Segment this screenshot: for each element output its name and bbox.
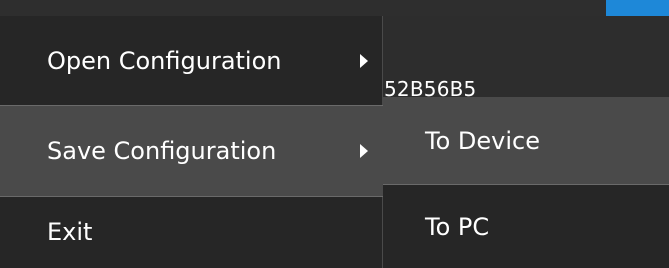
background-accent-button[interactable] [606,0,669,16]
chevron-right-icon [360,144,368,158]
save-configuration-submenu: To Device To PC [383,97,669,268]
submenu-item-label: To PC [425,212,490,241]
menu-item-label: Open Configuration [47,47,282,75]
background-title-bar [0,0,669,16]
context-menu: Open Configuration Save Configuration Ex… [0,16,383,268]
menu-item-save-configuration[interactable]: Save Configuration [0,105,383,197]
menu-item-open-configuration[interactable]: Open Configuration [0,22,383,100]
screen: 52B56B5 Open Configuration Save Configur… [0,0,669,268]
submenu-item-to-device[interactable]: To Device [383,97,669,185]
menu-item-label: Save Configuration [47,137,277,165]
submenu-item-to-pc[interactable]: To PC [383,185,669,268]
chevron-right-icon [360,54,368,68]
menu-item-exit[interactable]: Exit [0,197,383,268]
submenu-item-label: To Device [425,126,540,155]
menu-item-label: Exit [47,218,93,247]
